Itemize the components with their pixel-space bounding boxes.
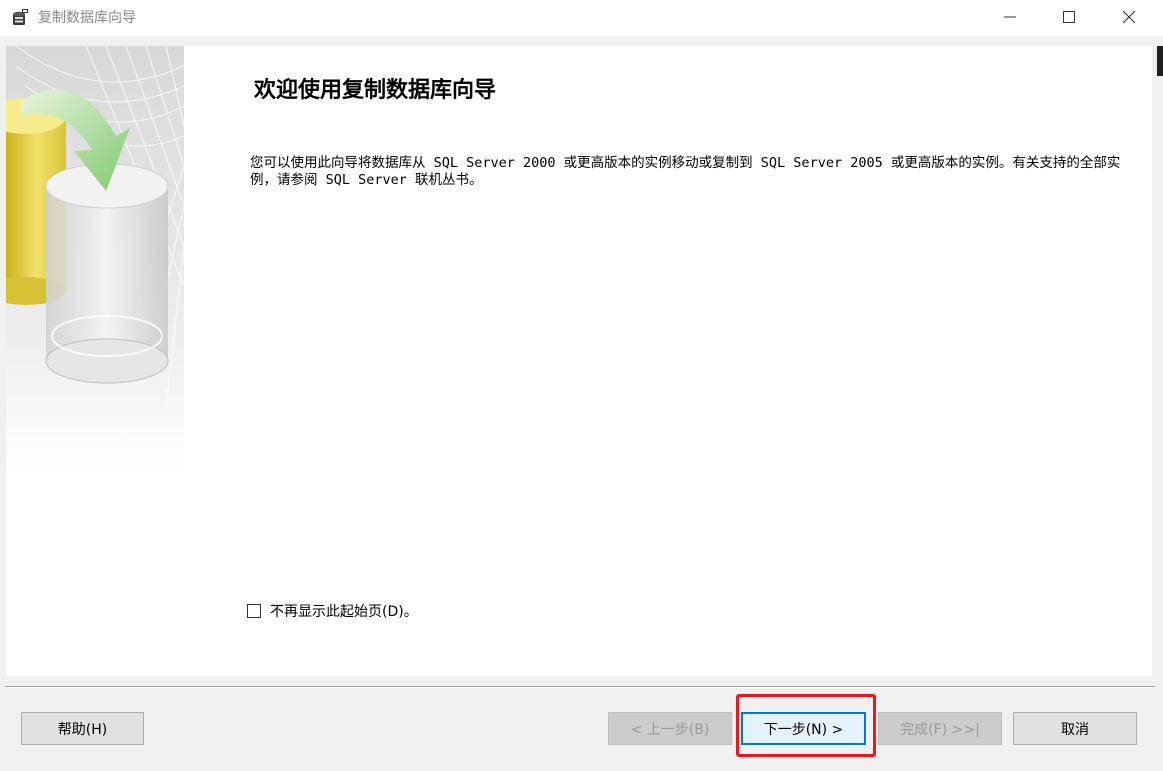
database-copy-illustration bbox=[6, 46, 184, 470]
close-icon bbox=[1123, 11, 1135, 23]
close-button[interactable] bbox=[1099, 0, 1159, 34]
dont-show-again-label[interactable]: 不再显示此起始页(D)。 bbox=[270, 601, 418, 621]
back-button[interactable]: < 上一步(B) bbox=[608, 712, 732, 745]
dont-show-again-option[interactable]: 不再显示此起始页(D)。 bbox=[247, 601, 418, 621]
title-bar: 复制数据库向导 bbox=[0, 0, 1163, 36]
wizard-description: 您可以使用此向导将数据库从 SQL Server 2000 或更高版本的实例移动… bbox=[250, 155, 1121, 188]
database-wizard-icon bbox=[13, 9, 28, 25]
wizard-content-panel: 欢迎使用复制数据库向导 您可以使用此向导将数据库从 SQL Server 200… bbox=[6, 46, 1152, 676]
window-title: 复制数据库向导 bbox=[38, 10, 136, 26]
window-edge bbox=[1157, 46, 1163, 76]
next-button[interactable]: 下一步(N) > bbox=[741, 712, 866, 745]
minimize-icon bbox=[1004, 16, 1016, 18]
help-button[interactable]: 帮助(H) bbox=[21, 712, 144, 745]
cancel-button[interactable]: 取消 bbox=[1013, 712, 1137, 745]
minimize-button[interactable] bbox=[980, 0, 1040, 34]
finish-button[interactable]: 完成(F) >>| bbox=[878, 712, 1002, 745]
copy-database-wizard-window: 复制数据库向导 欢迎使用复制数据库向导 您可以使用此向导将数据库从 SQL Se… bbox=[0, 0, 1163, 771]
maximize-icon bbox=[1063, 11, 1075, 23]
dont-show-again-checkbox[interactable] bbox=[247, 604, 261, 618]
maximize-button[interactable] bbox=[1039, 0, 1099, 34]
button-bar-separator bbox=[5, 686, 1155, 688]
page-title: 欢迎使用复制数据库向导 bbox=[254, 77, 497, 103]
